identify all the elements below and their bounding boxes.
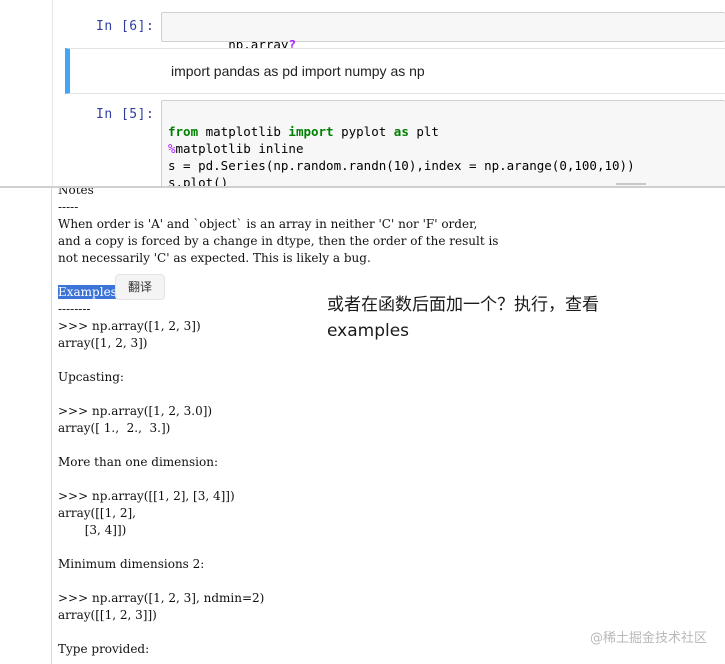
notebook-area: In [6]: np.array? import pandas as pd im… xyxy=(0,0,725,186)
markdown-text: import pandas as pd import numpy as np xyxy=(171,63,425,79)
doc-line xyxy=(58,573,618,590)
doc-line xyxy=(58,539,618,556)
doc-line: >>> np.array([1, 2, 3.0]) xyxy=(58,404,213,418)
cell-prompt: In [5]: xyxy=(96,107,155,122)
translate-popup[interactable]: 翻译 xyxy=(115,274,165,300)
annotation-text: 或者在函数后面加一个？执行，查看 examples xyxy=(327,292,657,344)
cell-prompt: In [6]: xyxy=(96,19,155,34)
doc-line xyxy=(58,471,618,488)
watermark: @稀土掘金技术社区 xyxy=(589,631,707,646)
markdown-cell[interactable]: import pandas as pd import numpy as np xyxy=(65,48,725,94)
selected-examples-text[interactable]: Examples xyxy=(58,285,117,299)
code-input[interactable]: from matplotlib import pyplot as plt %ma… xyxy=(161,100,725,186)
doc-line: Minimum dimensions 2: xyxy=(58,557,205,571)
doc-line xyxy=(58,386,618,403)
annotation-line-2: examples xyxy=(327,321,410,341)
help-pager[interactable]: Notes ----- When order is 'A' and `objec… xyxy=(0,186,725,664)
code-cell-6[interactable]: In [6]: np.array? xyxy=(0,0,725,52)
horizontal-scrollbar[interactable] xyxy=(616,183,646,185)
doc-line: and a copy is forced by a change in dtyp… xyxy=(58,234,499,248)
doc-line: array([ 1., 2., 3.]) xyxy=(58,421,171,435)
doc-line: Notes xyxy=(58,186,94,197)
doc-line: ----- xyxy=(58,200,79,214)
doc-line: [3, 4]]) xyxy=(58,523,127,537)
doc-line: not necessarily 'C' as expected. This is… xyxy=(58,251,371,265)
doc-line xyxy=(58,624,618,641)
doc-line: Upcasting: xyxy=(58,370,124,384)
annotation-line-1: 或者在函数后面加一个？执行，查看 xyxy=(327,295,599,315)
code-line-2: %matplotlib inline xyxy=(168,141,304,156)
code-input[interactable]: np.array? xyxy=(161,12,725,52)
doc-line: array([[1, 2, 3]]) xyxy=(58,608,157,622)
doc-line: Type provided: xyxy=(58,642,150,656)
code-cell-5[interactable]: In [5]: from matplotlib import pyplot as… xyxy=(0,96,725,186)
doc-line: >>> np.array([1, 2, 3], ndmin=2) xyxy=(58,591,265,605)
doc-line: More than one dimension: xyxy=(58,455,219,469)
doc-line: array([[1, 2], xyxy=(58,506,136,520)
doc-line: When order is 'A' and `object` is an arr… xyxy=(58,217,478,231)
doc-line xyxy=(58,437,618,454)
pager-left-border xyxy=(51,188,52,664)
code-line-1: from matplotlib import pyplot as plt xyxy=(168,124,439,139)
code-line-3: s = pd.Series(np.random.randn(10),index … xyxy=(168,158,635,173)
docstring-text: Notes ----- When order is 'A' and `objec… xyxy=(58,186,618,658)
doc-line: >>> np.array([[1, 2], [3, 4]]) xyxy=(58,489,235,503)
doc-line xyxy=(58,352,618,369)
